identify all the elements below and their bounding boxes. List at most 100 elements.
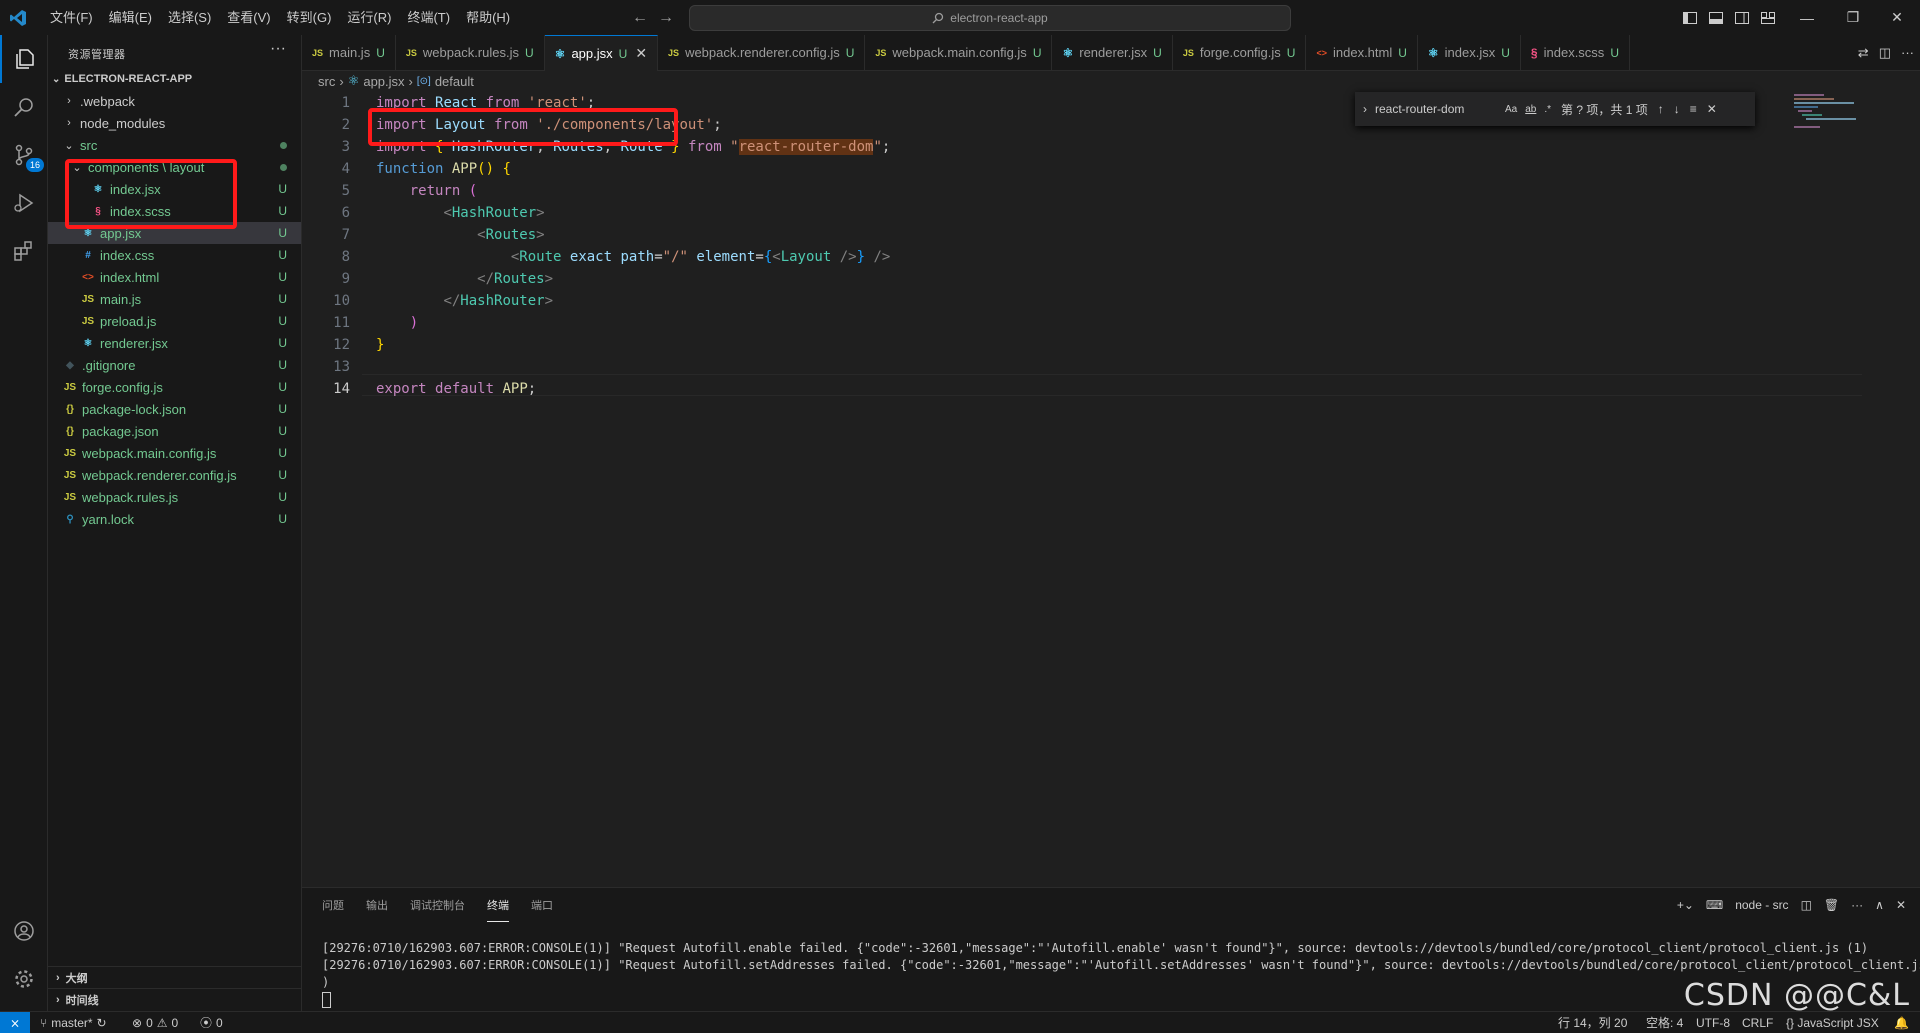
new-terminal-icon[interactable]: +⌄ bbox=[1677, 898, 1694, 912]
back-arrow-icon[interactable]: ← bbox=[630, 8, 650, 28]
tab-app-jsx[interactable]: ⚛ app.jsx U ✕ bbox=[544, 35, 659, 71]
tree-item-preload-js[interactable]: JS preload.js U bbox=[48, 310, 301, 332]
menu-go[interactable]: 转到(G) bbox=[279, 0, 340, 35]
tree-item-webpack[interactable]: › .webpack bbox=[48, 90, 301, 112]
chevron-right-icon: › bbox=[339, 73, 344, 89]
tab-ports[interactable]: 端口 bbox=[531, 888, 553, 922]
outline-section[interactable]: › 大纲 bbox=[48, 966, 301, 989]
tree-item-index-css[interactable]: # index.css U bbox=[48, 244, 301, 266]
more-actions-icon[interactable]: ··· bbox=[1851, 898, 1863, 912]
tab-index-scss[interactable]: § index.scss U bbox=[1521, 35, 1630, 70]
tab-problems[interactable]: 问题 bbox=[322, 888, 344, 922]
menu-terminal[interactable]: 终端(T) bbox=[399, 0, 458, 35]
ports-indicator[interactable]: ⦿ 0 bbox=[200, 1012, 223, 1033]
json-file-icon: {} bbox=[66, 403, 74, 415]
tab-output[interactable]: 输出 bbox=[366, 888, 388, 922]
problems-indicator[interactable]: ⊗ 0 ⚠ 0 bbox=[132, 1012, 178, 1033]
tab-main-js[interactable]: JS main.js U bbox=[302, 35, 396, 70]
minimap[interactable] bbox=[1790, 92, 1920, 132]
toggle-panel-icon[interactable] bbox=[1706, 8, 1726, 28]
tree-item-webpack-renderer-config[interactable]: JS webpack.renderer.config.js U bbox=[48, 464, 301, 486]
breadcrumb-symbol[interactable]: default bbox=[435, 74, 474, 89]
toggle-secondary-sidebar-icon[interactable] bbox=[1732, 8, 1752, 28]
match-case-icon[interactable]: Aa bbox=[1505, 104, 1517, 115]
menu-file[interactable]: 文件(F) bbox=[42, 0, 101, 35]
extensions-icon[interactable] bbox=[0, 227, 47, 275]
tree-item-package-json[interactable]: {} package.json U bbox=[48, 420, 301, 442]
toggle-sidebar-icon[interactable] bbox=[1680, 8, 1700, 28]
tree-item-forge-config[interactable]: JS forge.config.js U bbox=[48, 376, 301, 398]
trash-icon[interactable]: 🗑 bbox=[1824, 898, 1839, 912]
explorer-icon[interactable] bbox=[0, 35, 49, 83]
tab-index-jsx[interactable]: ⚛ index.jsx U bbox=[1418, 35, 1521, 70]
tree-item-index-html[interactable]: <> index.html U bbox=[48, 266, 301, 288]
tree-item-main-js[interactable]: JS main.js U bbox=[48, 288, 301, 310]
account-icon[interactable] bbox=[0, 907, 47, 955]
more-actions-icon[interactable]: ··· bbox=[1901, 45, 1914, 60]
tab-renderer-jsx[interactable]: ⚛ renderer.jsx U bbox=[1052, 35, 1173, 70]
tree-item-gitignore[interactable]: ◆ .gitignore U bbox=[48, 354, 301, 376]
breadcrumb-file[interactable]: app.jsx bbox=[363, 74, 404, 89]
tree-item-yarn-lock[interactable]: ⚲ yarn.lock U bbox=[48, 508, 301, 530]
terminal-name[interactable]: node - src bbox=[1735, 898, 1788, 912]
menu-edit[interactable]: 编辑(E) bbox=[101, 0, 160, 35]
command-center-search[interactable]: electron-react-app bbox=[689, 5, 1291, 31]
encoding[interactable]: UTF-8 bbox=[1696, 1012, 1730, 1033]
tab-webpack-rules[interactable]: JS webpack.rules.js U bbox=[396, 35, 545, 70]
minimize-icon[interactable]: — bbox=[1784, 0, 1830, 35]
tab-index-html[interactable]: <> index.html U bbox=[1306, 35, 1418, 70]
open-changes-icon[interactable]: ⇄ bbox=[1858, 45, 1869, 61]
find-input[interactable]: react-router-dom bbox=[1375, 102, 1505, 116]
tree-item-src[interactable]: ⌄ src bbox=[48, 134, 301, 156]
root-folder[interactable]: ⌄ ELECTRON-REACT-APP bbox=[52, 73, 192, 85]
indentation[interactable]: 空格: 4 bbox=[1646, 1012, 1683, 1033]
split-editor-icon[interactable]: ◫ bbox=[1879, 45, 1891, 61]
close-tab-icon[interactable]: ✕ bbox=[635, 45, 647, 62]
forward-arrow-icon[interactable]: → bbox=[656, 8, 676, 28]
tree-item-webpack-main-config[interactable]: JS webpack.main.config.js U bbox=[48, 442, 301, 464]
tab-webpack-renderer-config[interactable]: JS webpack.renderer.config.js U bbox=[658, 35, 866, 70]
language-mode[interactable]: {} JavaScript JSX bbox=[1786, 1012, 1879, 1033]
chevron-right-icon: › bbox=[56, 994, 60, 1006]
line-number: 14 bbox=[333, 381, 350, 397]
more-actions-icon[interactable]: ··· bbox=[270, 40, 286, 58]
previous-match-icon[interactable]: ↑ bbox=[1658, 102, 1664, 116]
breadcrumb-src[interactable]: src bbox=[318, 74, 335, 89]
tab-forge-config[interactable]: JS forge.config.js U bbox=[1173, 35, 1307, 70]
regex-icon[interactable]: .* bbox=[1544, 104, 1551, 115]
tab-debug-console[interactable]: 调试控制台 bbox=[410, 888, 465, 922]
notifications-bell-icon[interactable]: 🔔 bbox=[1894, 1012, 1909, 1033]
close-find-icon[interactable]: ✕ bbox=[1707, 102, 1717, 116]
next-match-icon[interactable]: ↓ bbox=[1674, 102, 1680, 116]
find-in-selection-icon[interactable]: ≡ bbox=[1690, 102, 1697, 116]
maximize-panel-icon[interactable]: ∧ bbox=[1875, 898, 1884, 912]
menu-selection[interactable]: 选择(S) bbox=[160, 0, 219, 35]
chevron-down-icon: ⌄ bbox=[64, 139, 74, 152]
menu-help[interactable]: 帮助(H) bbox=[458, 0, 518, 35]
tree-item-webpack-rules[interactable]: JS webpack.rules.js U bbox=[48, 486, 301, 508]
customize-layout-icon[interactable] bbox=[1758, 8, 1778, 28]
close-window-icon[interactable]: ✕ bbox=[1874, 0, 1920, 35]
tree-item-renderer-jsx[interactable]: ⚛ renderer.jsx U bbox=[48, 332, 301, 354]
tab-webpack-main-config[interactable]: JS webpack.main.config.js U bbox=[865, 35, 1053, 70]
source-control-icon[interactable]: 16 bbox=[0, 131, 47, 179]
tree-item-node-modules[interactable]: › node_modules bbox=[48, 112, 301, 134]
tree-item-package-lock[interactable]: {} package-lock.json U bbox=[48, 398, 301, 420]
match-whole-word-icon[interactable]: ab bbox=[1525, 104, 1536, 115]
cursor-position[interactable]: 行 14，列 20 bbox=[1558, 1012, 1627, 1033]
settings-gear-icon[interactable] bbox=[0, 955, 47, 1003]
search-icon[interactable] bbox=[0, 83, 47, 131]
branch-indicator[interactable]: ⑂ master* ↻ bbox=[40, 1012, 107, 1033]
close-panel-icon[interactable]: ✕ bbox=[1896, 898, 1906, 912]
line-ending[interactable]: CRLF bbox=[1742, 1012, 1773, 1033]
toggle-replace-icon[interactable]: › bbox=[1363, 102, 1367, 116]
code-editor[interactable]: 1 2 3 4 5 6 7 8 9 10 11 12 13 14 import … bbox=[302, 92, 1872, 887]
split-terminal-icon[interactable]: ◫ bbox=[1801, 898, 1812, 912]
remote-indicator-icon[interactable]: ⨯ bbox=[0, 1012, 30, 1033]
timeline-section[interactable]: › 时间线 bbox=[48, 988, 301, 1011]
tab-terminal[interactable]: 终端 bbox=[487, 888, 509, 922]
run-debug-icon[interactable] bbox=[0, 179, 47, 227]
menu-run[interactable]: 运行(R) bbox=[339, 0, 399, 35]
menu-view[interactable]: 查看(V) bbox=[219, 0, 278, 35]
restore-icon[interactable]: ❐ bbox=[1830, 0, 1876, 35]
